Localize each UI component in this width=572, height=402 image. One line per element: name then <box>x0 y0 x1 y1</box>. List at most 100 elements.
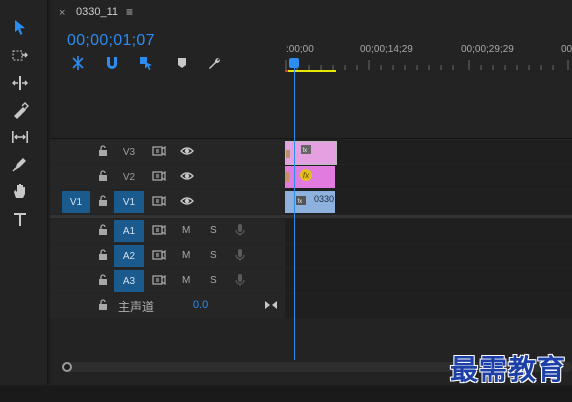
eye-icon[interactable] <box>180 144 194 158</box>
ruler-label: 00;00 <box>561 44 572 55</box>
track-lane-v3[interactable]: fx <box>285 140 572 165</box>
track-target-v1[interactable]: V1 <box>114 191 144 213</box>
pen-icon <box>12 158 26 172</box>
track-v1: V1 V1 fx 0330 <box>50 190 572 214</box>
lock-icon[interactable] <box>96 169 110 183</box>
svg-text:fx: fx <box>303 148 308 154</box>
sync-lock-icon[interactable] <box>152 273 166 287</box>
mute-button[interactable]: M <box>182 250 190 261</box>
source-patch-v1[interactable]: V1 <box>62 191 90 213</box>
ripple-edit-icon <box>12 76 28 90</box>
clip-v2[interactable]: fx <box>285 166 335 188</box>
ruler-label: 00;00;29;29 <box>461 44 514 55</box>
timeline-toolbar <box>50 55 285 73</box>
track-a2: A2 M S <box>50 244 572 268</box>
sync-lock-icon[interactable] <box>152 248 166 262</box>
status-bar <box>0 386 572 402</box>
nest-sequence-icon[interactable] <box>70 55 86 71</box>
ripple-edit-tool[interactable] <box>8 72 32 94</box>
video-audio-divider[interactable] <box>50 215 572 218</box>
track-lane-master[interactable] <box>285 294 572 318</box>
type-tool[interactable] <box>8 208 32 230</box>
add-marker-icon[interactable] <box>174 55 190 71</box>
slip-icon <box>12 131 28 143</box>
go-to-next-edit-icon[interactable] <box>264 298 278 312</box>
track-lane-a1[interactable] <box>285 219 572 243</box>
track-header: A2 M S <box>50 244 285 268</box>
time-ruler[interactable]: :00;00 00;00;14;29 00;00;29;29 00;00 <box>285 40 572 74</box>
microphone-icon[interactable] <box>233 223 247 237</box>
panel-menu-icon[interactable]: ≡ <box>126 5 133 19</box>
lock-icon[interactable] <box>96 273 110 287</box>
sync-lock-icon[interactable] <box>152 223 166 237</box>
clip-handle[interactable] <box>285 172 289 182</box>
video-area-top <box>50 138 572 139</box>
track-header: 主声道 0.0 <box>50 294 285 318</box>
eye-icon[interactable] <box>180 169 194 183</box>
lock-icon[interactable] <box>96 194 110 208</box>
scrollbar-handle[interactable] <box>62 362 72 372</box>
timeline-tab[interactable]: × 0330_11 ≡ <box>50 0 572 26</box>
razor-icon <box>14 102 29 119</box>
playhead-timecode[interactable]: 00;00;01;07 <box>67 32 155 50</box>
razor-tool[interactable] <box>8 100 32 122</box>
track-select-icon <box>12 50 28 61</box>
track-a1: A1 M S <box>50 219 572 243</box>
sync-lock-icon[interactable] <box>152 144 166 158</box>
track-target-v3[interactable]: V3 <box>114 141 144 163</box>
solo-button[interactable]: S <box>210 225 217 236</box>
track-master: 主声道 0.0 <box>50 294 572 318</box>
sync-lock-icon[interactable] <box>152 194 166 208</box>
track-header: V1 V1 <box>50 190 285 214</box>
track-lane-a2[interactable] <box>285 244 572 268</box>
ruler-label: 00;00;14;29 <box>360 44 413 55</box>
lock-icon[interactable] <box>96 144 110 158</box>
track-target-a3[interactable]: A3 <box>114 270 144 292</box>
track-select-tool[interactable] <box>8 45 32 67</box>
lock-icon[interactable] <box>96 223 110 237</box>
mute-button[interactable]: M <box>182 225 190 236</box>
fx-badge-icon: fx <box>296 196 306 205</box>
track-a3: A3 M S <box>50 269 572 293</box>
track-target-a1[interactable]: A1 <box>114 220 144 242</box>
track-header: V3 <box>50 140 285 164</box>
sequence-tab-title[interactable]: 0330_11 <box>76 6 118 18</box>
pen-tool[interactable] <box>8 153 32 175</box>
selection-tool[interactable] <box>8 16 32 38</box>
wrench-icon[interactable] <box>206 55 222 71</box>
track-lane-a3[interactable] <box>285 269 572 293</box>
sync-lock-icon[interactable] <box>152 169 166 183</box>
track-target-v2[interactable]: V2 <box>114 166 144 188</box>
track-lane-v2[interactable]: fx <box>285 165 572 189</box>
track-target-a2[interactable]: A2 <box>114 245 144 267</box>
timeline-panel: × 0330_11 ≡ 00;00;01;07 :00;00 00;00;14;… <box>50 0 572 385</box>
microphone-icon[interactable] <box>233 273 247 287</box>
eye-icon[interactable] <box>180 194 194 208</box>
tab-close-icon[interactable]: × <box>59 7 65 19</box>
microphone-icon[interactable] <box>233 248 247 262</box>
linked-selection-icon[interactable] <box>138 55 154 71</box>
clip-v3[interactable]: fx <box>285 141 337 165</box>
fx-badge-icon: fx <box>301 145 311 154</box>
clip-v1[interactable]: fx 0330 <box>285 191 335 213</box>
slip-tool[interactable] <box>8 126 32 148</box>
solo-button[interactable]: S <box>210 275 217 286</box>
track-header: V2 <box>50 165 285 189</box>
fx-effect-badge: fx <box>300 169 312 181</box>
clip-handle[interactable] <box>286 150 290 158</box>
snap-icon[interactable] <box>104 55 120 71</box>
track-lane-v1[interactable]: fx 0330 <box>285 190 572 214</box>
master-track-label: 主声道 <box>118 300 155 314</box>
type-icon <box>14 213 26 226</box>
work-area-bar[interactable] <box>288 70 336 72</box>
mute-button[interactable]: M <box>182 275 190 286</box>
solo-button[interactable]: S <box>210 250 217 261</box>
playhead-line[interactable] <box>294 67 295 360</box>
hand-icon <box>14 184 25 198</box>
clip-name: 0330 <box>314 194 335 204</box>
master-volume-value[interactable]: 0.0 <box>193 299 208 311</box>
hand-tool[interactable] <box>8 180 32 202</box>
lock-icon[interactable] <box>96 248 110 262</box>
lock-icon[interactable] <box>96 298 110 312</box>
arrow-icon <box>15 20 25 35</box>
